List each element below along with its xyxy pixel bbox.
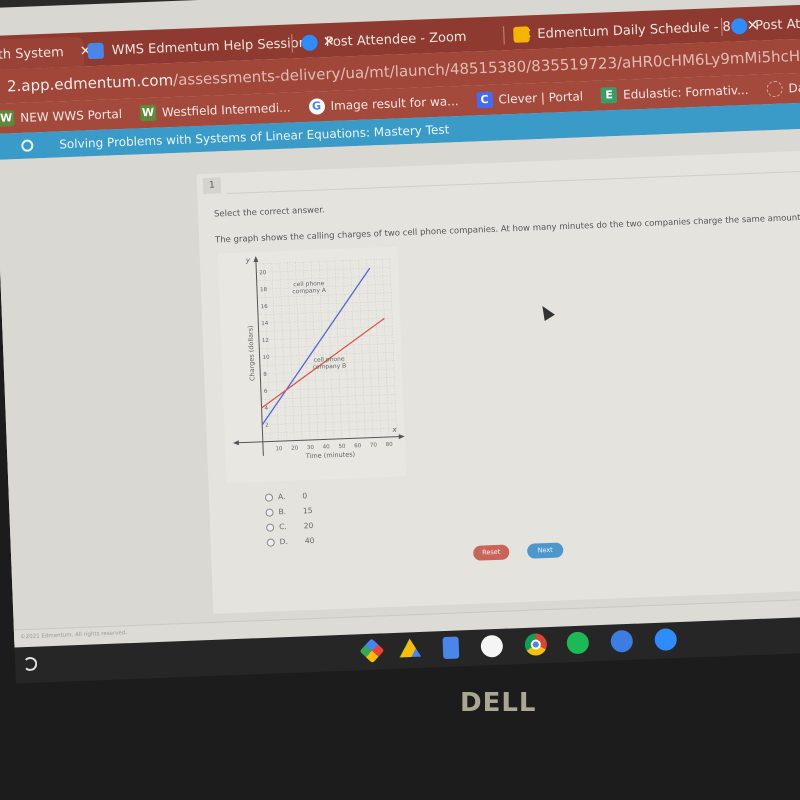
x-tick-label: 30 bbox=[307, 445, 315, 451]
laptop-screen: th System ✕ WMS Edmentum Help Session ✕ … bbox=[0, 0, 800, 684]
y-tick-label: 14 bbox=[261, 321, 269, 327]
tab-title: Post Atten bbox=[754, 15, 800, 34]
dell-logo: DELL bbox=[460, 688, 537, 718]
x-tick-label: 50 bbox=[338, 444, 346, 450]
bookmark-label: Westfield Intermedi... bbox=[161, 100, 291, 120]
copyright-text: ©2021 Edmentum. All rights reserved. bbox=[20, 630, 128, 641]
question-text: The graph shows the calling charges of t… bbox=[214, 212, 800, 246]
x-tick-label: 10 bbox=[275, 446, 283, 452]
files-icon[interactable] bbox=[610, 629, 634, 653]
y-tick-label: 2 bbox=[265, 423, 269, 429]
option-letter: B. bbox=[278, 507, 287, 517]
bookmark-label: Dashboard bbox=[788, 78, 800, 96]
edulastic-icon: E bbox=[600, 86, 618, 104]
wws-icon: W bbox=[0, 110, 15, 127]
docs-icon[interactable] bbox=[442, 636, 460, 660]
bookmark-label: NEW WWS Portal bbox=[19, 107, 123, 125]
chrome-icon[interactable] bbox=[524, 633, 548, 656]
google-slides-icon bbox=[513, 26, 530, 43]
zoom-icon bbox=[301, 34, 318, 52]
option-letter: A. bbox=[277, 492, 286, 502]
zoom-icon bbox=[730, 17, 748, 35]
tab-title: Post Attendee - Zoom bbox=[325, 29, 467, 50]
reset-button[interactable]: Reset bbox=[473, 544, 510, 561]
y-tick-label: 12 bbox=[262, 338, 269, 344]
wws-icon: W bbox=[139, 104, 157, 122]
option-d[interactable]: D. 40 bbox=[266, 533, 315, 550]
option-value: 40 bbox=[304, 535, 315, 546]
tab-post-attendee-2[interactable]: Post Atten bbox=[730, 8, 800, 41]
bookmark-image-result[interactable]: G Image result for wa... bbox=[308, 93, 459, 115]
radio-button[interactable] bbox=[265, 507, 274, 517]
option-value: 15 bbox=[302, 505, 313, 516]
x-tick-label: 60 bbox=[354, 443, 362, 449]
question-card: 1 Select the correct answer. The graph s… bbox=[196, 150, 800, 614]
answer-options: A. 0 B. 15 C. 20 D. 40 bbox=[264, 488, 315, 550]
tab-title: th System bbox=[0, 44, 64, 63]
divider bbox=[227, 170, 800, 195]
radio-button[interactable] bbox=[266, 537, 275, 547]
question-number[interactable]: 1 bbox=[202, 177, 222, 194]
instruction-text: Select the correct answer. bbox=[213, 205, 325, 220]
bookmark-edulastic[interactable]: E Edulastic: Formativ... bbox=[600, 82, 749, 104]
tab-title: WMS Edmentum Help Session bbox=[111, 35, 308, 58]
bookmark-clever-portal[interactable]: C Clever | Portal bbox=[476, 88, 584, 109]
x-tick-label: 80 bbox=[386, 442, 394, 448]
x-tick-label: 70 bbox=[370, 442, 378, 448]
menu-toggle-icon[interactable] bbox=[21, 139, 34, 152]
next-button[interactable]: Next bbox=[526, 542, 564, 559]
tab-current[interactable]: th System ✕ bbox=[0, 36, 92, 70]
x-tick-label: 20 bbox=[291, 445, 299, 451]
clever-icon: C bbox=[476, 91, 493, 109]
charges-graph: 10 20 30 40 50 60 70 802468101214161820 cell ph… bbox=[217, 246, 407, 484]
option-letter: D. bbox=[279, 536, 289, 547]
tab-title: Edmentum Daily Schedule - 8 bbox=[537, 19, 732, 42]
y-tick-label: 20 bbox=[259, 270, 267, 276]
y-tick-label: 10 bbox=[263, 355, 271, 361]
y-tick-label: 18 bbox=[260, 287, 268, 293]
option-value: 20 bbox=[303, 520, 314, 531]
y-tick-label: 16 bbox=[261, 304, 269, 310]
spotify-icon[interactable] bbox=[566, 631, 590, 655]
bookmark-dashboard[interactable]: Dashboard bbox=[766, 78, 800, 98]
series-label-company-a: company A bbox=[292, 287, 327, 295]
bookmark-westfield-intermediate[interactable]: W Westfield Intermedi... bbox=[139, 100, 291, 122]
photos-icon[interactable] bbox=[359, 638, 385, 664]
bookmark-new-wws-portal[interactable]: W NEW WWS Portal bbox=[0, 106, 122, 127]
url-host: 2.app.edmentum.com bbox=[6, 71, 174, 96]
x-tick-label: 40 bbox=[323, 444, 331, 450]
play-store-icon[interactable] bbox=[480, 634, 504, 658]
bookmark-label: Clever | Portal bbox=[498, 89, 584, 107]
launcher-icon[interactable] bbox=[22, 656, 38, 672]
series-label-company-b: company B bbox=[312, 363, 346, 371]
drive-icon[interactable] bbox=[399, 638, 422, 661]
radio-button[interactable] bbox=[264, 493, 274, 502]
zoom-icon[interactable] bbox=[654, 628, 678, 651]
content-area: 1 Select the correct answer. The graph s… bbox=[0, 128, 800, 649]
google-docs-icon bbox=[87, 42, 105, 60]
option-value: 0 bbox=[302, 491, 308, 501]
option-letter: C. bbox=[278, 521, 287, 532]
bookmark-label: Edulastic: Formativ... bbox=[622, 82, 749, 102]
bookmark-label: Image result for wa... bbox=[330, 94, 459, 113]
google-icon: G bbox=[308, 98, 325, 115]
radio-button[interactable] bbox=[265, 522, 275, 532]
loading-icon bbox=[766, 80, 783, 98]
